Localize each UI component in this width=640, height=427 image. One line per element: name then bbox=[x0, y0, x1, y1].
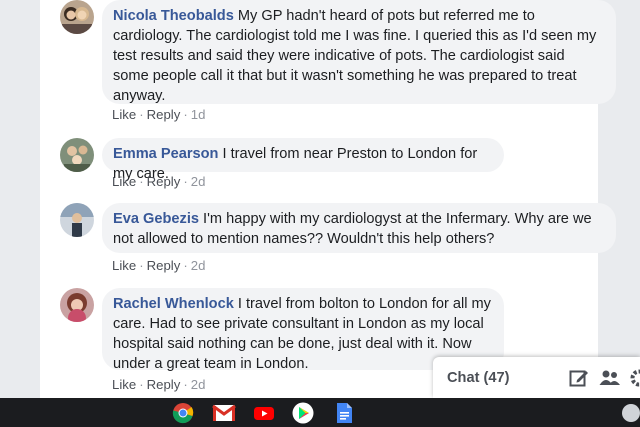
comment-bubble: Emma Pearson I travel from near Preston … bbox=[102, 138, 504, 182]
like-link[interactable]: Like bbox=[112, 174, 136, 189]
separator-dot: · bbox=[139, 174, 144, 189]
avatar[interactable] bbox=[60, 288, 94, 322]
reply-link[interactable]: Reply bbox=[147, 174, 181, 189]
gear-icon[interactable] bbox=[629, 369, 640, 387]
docs-icon[interactable] bbox=[333, 402, 355, 424]
reply-link[interactable]: Reply bbox=[147, 258, 181, 273]
chrome-icon[interactable] bbox=[172, 402, 194, 424]
separator-dot: · bbox=[139, 258, 144, 273]
comment-time[interactable]: 2d bbox=[191, 258, 206, 273]
comment-author[interactable]: Rachel Whenlock bbox=[113, 296, 234, 312]
separator-dot: · bbox=[183, 107, 188, 122]
comment-actions: Like · Reply · 1d bbox=[112, 107, 205, 122]
status-tray-icon[interactable] bbox=[622, 404, 640, 422]
comment-bubble: Eva Gebezis I'm happy with my cardiology… bbox=[102, 203, 616, 253]
comment-time[interactable]: 2d bbox=[191, 377, 206, 392]
comment-author[interactable]: Nicola Theobalds bbox=[113, 8, 234, 24]
avatar[interactable] bbox=[60, 0, 94, 34]
like-link[interactable]: Like bbox=[112, 107, 136, 122]
like-link[interactable]: Like bbox=[112, 377, 136, 392]
os-taskbar bbox=[0, 398, 640, 427]
avatar[interactable] bbox=[60, 138, 94, 172]
compose-icon[interactable] bbox=[569, 369, 589, 387]
comment-time[interactable]: 2d bbox=[191, 174, 206, 189]
play-store-icon[interactable] bbox=[292, 402, 314, 424]
comment-actions: Like · Reply · 2d bbox=[112, 377, 205, 392]
separator-dot: · bbox=[183, 258, 188, 273]
comment-time[interactable]: 1d bbox=[191, 107, 206, 122]
comment-author[interactable]: Eva Gebezis bbox=[113, 211, 199, 227]
comment-actions: Like · Reply · 2d bbox=[112, 258, 205, 273]
contacts-icon[interactable] bbox=[599, 369, 620, 387]
reply-link[interactable]: Reply bbox=[147, 107, 181, 122]
separator-dot: · bbox=[139, 107, 144, 122]
gmail-icon[interactable] bbox=[212, 402, 236, 424]
comment-actions: Like · Reply · 2d bbox=[112, 174, 205, 189]
separator-dot: · bbox=[183, 377, 188, 392]
comment-bubble: Nicola Theobalds My GP hadn't heard of p… bbox=[102, 0, 616, 104]
like-link[interactable]: Like bbox=[112, 258, 136, 273]
comment-author[interactable]: Emma Pearson bbox=[113, 146, 218, 162]
avatar[interactable] bbox=[60, 203, 94, 237]
youtube-icon[interactable] bbox=[253, 402, 275, 424]
reply-link[interactable]: Reply bbox=[147, 377, 181, 392]
chat-label[interactable]: Chat (47) bbox=[447, 370, 509, 386]
separator-dot: · bbox=[139, 377, 144, 392]
separator-dot: · bbox=[183, 174, 188, 189]
chat-bar[interactable]: Chat (47) bbox=[433, 357, 640, 398]
